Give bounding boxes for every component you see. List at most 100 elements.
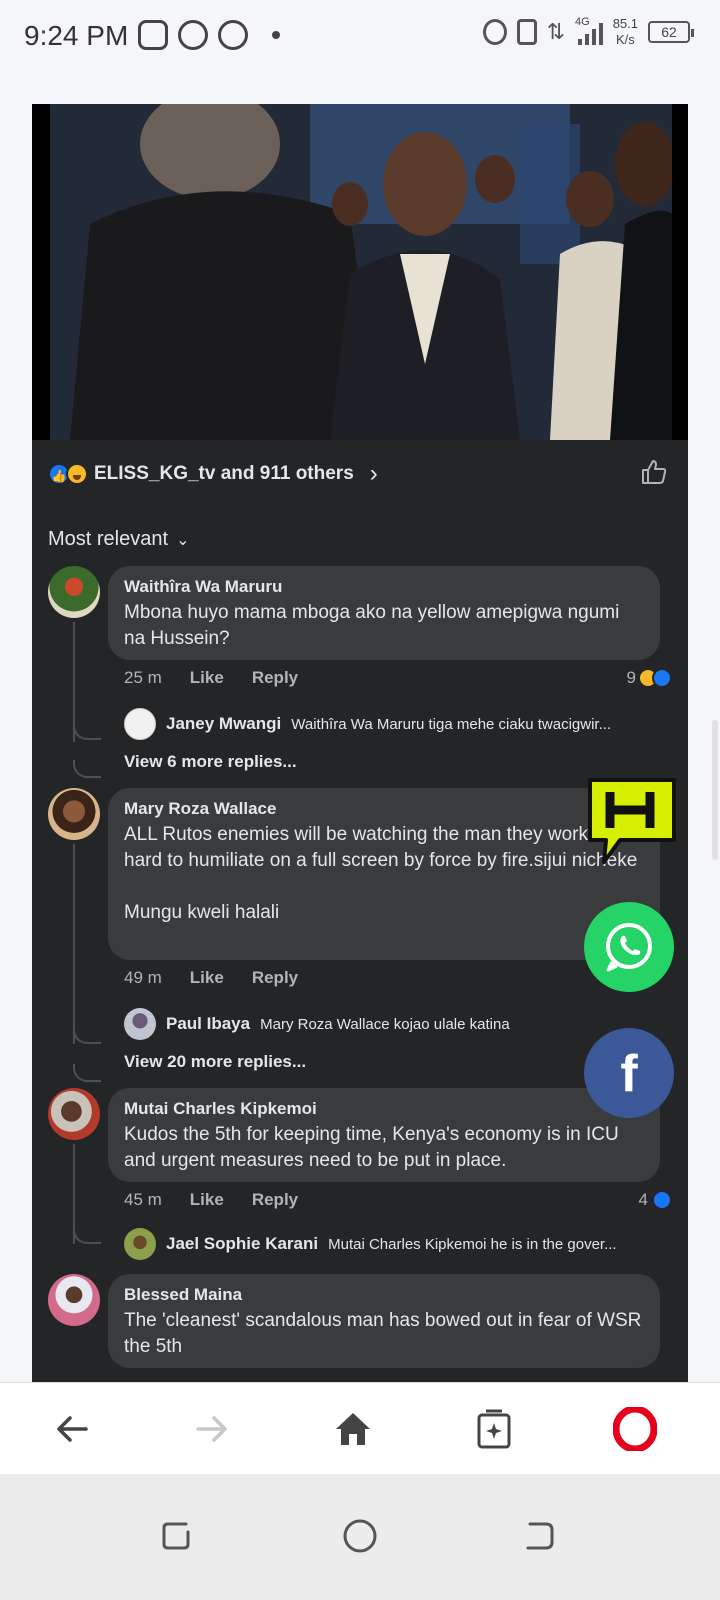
comment-author[interactable]: Waithîra Wa Maruru	[124, 576, 644, 598]
comment-sort-dropdown[interactable]: Most relevant ⌄	[48, 528, 189, 551]
reply-author[interactable]: Jael Sophie Karani	[166, 1234, 318, 1254]
notification-icons	[138, 20, 280, 50]
whatsapp-icon	[606, 923, 652, 972]
avatar[interactable]	[48, 1088, 100, 1140]
comment-text: ALL Rutos enemies will be watching the m…	[124, 824, 637, 923]
video-player[interactable]	[32, 104, 688, 440]
tabs-button[interactable]	[466, 1401, 522, 1457]
comment-actions: 25 m Like Reply	[124, 668, 298, 688]
avatar[interactable]	[48, 1274, 100, 1326]
comment-like-button[interactable]: Like	[190, 668, 224, 688]
chevron-down-icon: ⌄	[176, 531, 190, 549]
comment-reply-button[interactable]: Reply	[252, 968, 298, 988]
comment-reaction-count[interactable]: 4	[639, 1190, 672, 1210]
avatar[interactable]	[48, 566, 100, 618]
comment-bubble[interactable]: Mutai Charles Kipkemoi Kudos the 5th for…	[108, 1088, 660, 1182]
more-notifications-icon	[272, 31, 280, 39]
chevron-right-icon: ›	[369, 460, 378, 487]
reply-preview[interactable]: Paul Ibaya Mary Roza Wallace kojao ulale…	[124, 1008, 656, 1040]
browser-bottom-bar	[0, 1382, 720, 1474]
thread-connector	[73, 1064, 101, 1082]
comment-actions: 45 m Like Reply	[124, 1190, 298, 1210]
thread-connector	[73, 760, 101, 778]
comment-time[interactable]: 25 m	[124, 668, 162, 688]
comment-like-button[interactable]: Like	[190, 1190, 224, 1210]
tuko-share-button[interactable]	[586, 776, 678, 868]
comment-actions: 49 m Like Reply	[124, 968, 298, 988]
comment-author[interactable]: Mary Roza Wallace	[124, 798, 644, 820]
speed-unit: K/s	[615, 32, 635, 47]
arrow-left-icon	[57, 1416, 88, 1442]
page: 9:24 PM ⇅ 4G 85.1 K/s 62 👍 ELISS_KG_tv a…	[0, 0, 720, 1600]
battery-icon: 62	[648, 21, 694, 43]
comment-time[interactable]: 45 m	[124, 1190, 162, 1210]
avatar[interactable]	[48, 788, 100, 840]
video-still	[50, 104, 672, 440]
data-transfer-icon: ⇅	[546, 19, 565, 44]
view-more-replies-link[interactable]: View 6 more replies...	[124, 752, 297, 772]
facebook-share-button[interactable]: f	[584, 1028, 674, 1118]
like-button-icon[interactable]	[640, 458, 668, 486]
video-frame	[50, 104, 672, 440]
back-button[interactable]	[44, 1401, 100, 1457]
whatsapp-share-button[interactable]	[584, 902, 674, 992]
system-indicators: ⇅ 4G 85.1 K/s 62	[482, 16, 694, 48]
facebook-post-embed: 👍 ELISS_KG_tv and 911 others › Most rele…	[32, 104, 688, 1408]
reply-avatar[interactable]	[124, 708, 156, 740]
reply-author[interactable]: Janey Mwangi	[166, 714, 281, 734]
comment-author[interactable]: Mutai Charles Kipkemoi	[124, 1098, 644, 1120]
tabs-icon	[477, 1409, 511, 1449]
view-more-replies-link[interactable]: View 20 more replies...	[124, 1052, 306, 1072]
like-reaction-icon	[652, 1190, 672, 1210]
comment-author[interactable]: Blessed Maina	[124, 1284, 644, 1306]
like-reaction-icon	[652, 668, 672, 688]
arrow-right-icon	[196, 1416, 227, 1442]
status-bar: 9:24 PM ⇅ 4G 85.1 K/s 62	[0, 0, 720, 72]
speed-value: 85.1	[612, 16, 638, 31]
facebook-icon: f	[620, 1045, 638, 1103]
reply-preview[interactable]: Jael Sophie Karani Mutai Charles Kipkemo…	[124, 1228, 656, 1260]
comment-text: Kudos the 5th for keeping time, Kenya's …	[124, 1124, 619, 1171]
network-type: 4G	[575, 16, 590, 28]
status-time: 9:24 PM	[24, 20, 129, 51]
comment-reaction-count[interactable]: 9	[627, 668, 672, 688]
recent-apps-icon[interactable]	[158, 1518, 194, 1554]
reply-text: Mutai Charles Kipkemoi he is in the gove…	[328, 1235, 617, 1253]
comment-time[interactable]: 49 m	[124, 968, 162, 988]
whatsapp-notification-icon	[178, 20, 208, 50]
reaction-count: 4	[638, 1190, 648, 1209]
comment-reply-button[interactable]: Reply	[252, 1190, 298, 1210]
forward-button[interactable]	[184, 1401, 240, 1457]
hotspot-icon	[516, 19, 537, 45]
comment-text: The 'cleanest' scandalous man has bowed …	[124, 1310, 642, 1357]
home-nav-icon[interactable]	[342, 1518, 378, 1554]
reaction-count: 9	[626, 668, 636, 687]
system-navigation-bar	[0, 1474, 720, 1600]
back-nav-icon[interactable]	[522, 1518, 558, 1554]
whatsapp-business-notification-icon	[218, 20, 248, 50]
comment-like-button[interactable]: Like	[190, 968, 224, 988]
comment-bubble[interactable]: Blessed Maina The 'cleanest' scandalous …	[108, 1274, 660, 1368]
page-scrollbar[interactable]	[712, 720, 718, 860]
reactions-summary[interactable]: 👍 ELISS_KG_tv and 911 others ›	[48, 460, 378, 488]
opera-logo-icon	[613, 1407, 657, 1451]
thread-line	[73, 844, 75, 1044]
reply-avatar[interactable]	[124, 1228, 156, 1260]
comment-bubble[interactable]: Waithîra Wa Maruru Mbona huyo mama mboga…	[108, 566, 660, 660]
comment-reply-button[interactable]: Reply	[252, 668, 298, 688]
network-speed: 85.1 K/s	[613, 16, 638, 48]
reply-preview[interactable]: Janey Mwangi Waithîra Wa Maruru tiga meh…	[124, 708, 656, 740]
reply-text: Mary Roza Wallace kojao ulale katina	[260, 1015, 510, 1033]
home-icon	[336, 1413, 370, 1445]
thread-connector	[73, 1226, 101, 1244]
reply-avatar[interactable]	[124, 1008, 156, 1040]
comment-text: Mbona huyo mama mboga ako na yellow amep…	[124, 602, 620, 649]
reply-text: Waithîra Wa Maruru tiga mehe ciaku twaci…	[291, 715, 612, 733]
opera-menu-button[interactable]	[607, 1401, 663, 1457]
reply-author[interactable]: Paul Ibaya	[166, 1014, 250, 1034]
comment-bubble[interactable]: Mary Roza Wallace ALL Rutos enemies will…	[108, 788, 660, 960]
thread-connector	[73, 722, 101, 740]
haha-reaction-icon	[66, 463, 88, 485]
home-button[interactable]	[325, 1401, 381, 1457]
alarm-icon	[482, 19, 507, 45]
